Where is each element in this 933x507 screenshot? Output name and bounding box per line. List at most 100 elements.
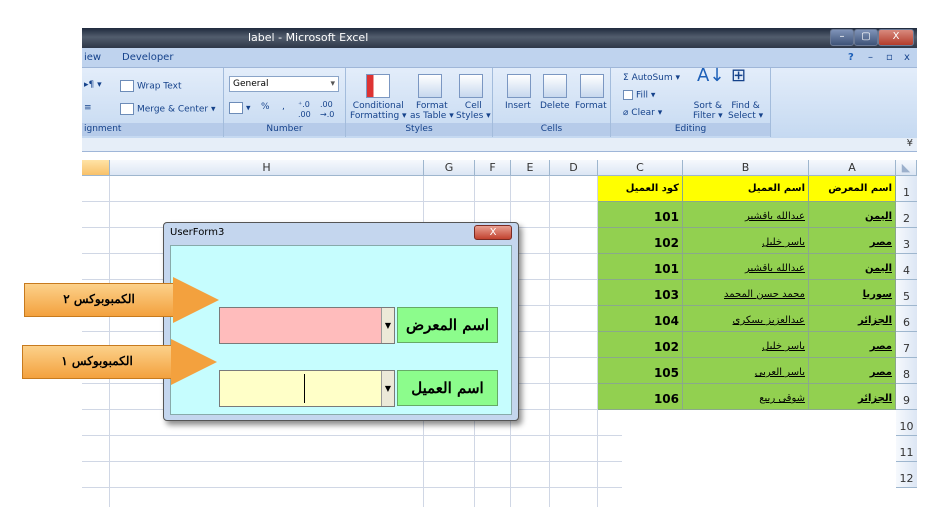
autosum-button[interactable]: Σ AutoSum ▾ bbox=[623, 73, 680, 83]
percent-button[interactable]: % bbox=[261, 102, 270, 112]
comma-button[interactable]: , bbox=[282, 102, 285, 112]
cell-a6[interactable]: الجزائر bbox=[809, 306, 896, 332]
format-as-table-button[interactable]: Format as Table ▾ bbox=[410, 101, 454, 121]
combobox-2-dropdown-icon[interactable]: ▼ bbox=[381, 308, 394, 343]
format-table-icon bbox=[418, 74, 442, 98]
cell-a7[interactable]: مصر bbox=[809, 332, 896, 358]
cell-b7[interactable]: ياسر خليل bbox=[683, 332, 809, 358]
combobox-1[interactable]: ▼ bbox=[219, 370, 395, 407]
cell-a1[interactable]: اسم المعرض bbox=[809, 176, 896, 202]
wrap-text-button[interactable]: Wrap Text bbox=[120, 80, 182, 92]
tab-developer[interactable]: Developer bbox=[122, 52, 173, 63]
row-header-12[interactable]: 12 bbox=[896, 462, 917, 488]
cell-b3[interactable]: ياسر خليل bbox=[683, 228, 809, 254]
cell-a2[interactable]: اليمن bbox=[809, 202, 896, 228]
select-all-corner[interactable]: ◣ bbox=[896, 160, 917, 176]
column-header-d[interactable]: D bbox=[550, 160, 598, 176]
cell-a3[interactable]: مصر bbox=[809, 228, 896, 254]
increase-decimal-button[interactable]: ⁺.0.00 bbox=[298, 100, 311, 120]
clear-button[interactable]: ⌀ Clear ▾ bbox=[623, 108, 662, 118]
align-right-icon[interactable]: ≡ bbox=[84, 103, 92, 113]
userform-close-button[interactable]: X bbox=[474, 225, 512, 240]
accounting-format-button[interactable]: ▾ bbox=[229, 102, 251, 114]
cell-b4[interactable]: عبدالله باقشير bbox=[683, 254, 809, 280]
indent-icon[interactable]: ▸¶ ▾ bbox=[84, 80, 102, 90]
styles-group-label: Styles bbox=[346, 123, 492, 136]
workbook-close-button[interactable]: x bbox=[904, 52, 910, 63]
workbook-minimize-button[interactable]: – bbox=[868, 52, 873, 63]
column-header-f[interactable]: F bbox=[475, 160, 511, 176]
editing-group-label: Editing bbox=[611, 123, 770, 136]
combobox-2[interactable]: ▼ bbox=[219, 307, 395, 344]
cell-c2[interactable]: 101 bbox=[598, 202, 683, 228]
cell-a4[interactable]: اليمن bbox=[809, 254, 896, 280]
row-header-11[interactable]: 11 bbox=[896, 436, 917, 462]
column-header-g[interactable]: G bbox=[424, 160, 475, 176]
cells-group-label: Cells bbox=[493, 123, 610, 136]
column-header-a[interactable]: A bbox=[809, 160, 896, 176]
cell-b2[interactable]: عبدالله باقشير bbox=[683, 202, 809, 228]
column-header-e[interactable]: E bbox=[511, 160, 550, 176]
cell-c8[interactable]: 105 bbox=[598, 358, 683, 384]
row-header-9[interactable]: 9 bbox=[896, 384, 917, 410]
cell-styles-icon bbox=[459, 74, 483, 98]
minimize-button[interactable]: – bbox=[830, 29, 854, 46]
delete-button[interactable]: Delete bbox=[540, 101, 570, 111]
expand-formula-bar-icon[interactable]: ¥ bbox=[907, 138, 913, 149]
cell-c3[interactable]: 102 bbox=[598, 228, 683, 254]
chevron-down-icon: ▾ bbox=[330, 79, 335, 89]
cell-c6[interactable]: 104 bbox=[598, 306, 683, 332]
delete-cells-icon bbox=[543, 74, 567, 98]
cell-c5[interactable]: 103 bbox=[598, 280, 683, 306]
cell-b5[interactable]: محمد حسن المحمد bbox=[683, 280, 809, 306]
cell-b1[interactable]: اسم العميل bbox=[683, 176, 809, 202]
cell-a9[interactable]: الجزائر bbox=[809, 384, 896, 410]
cell-c1[interactable]: كود العميل bbox=[598, 176, 683, 202]
cell-c9[interactable]: 106 bbox=[598, 384, 683, 410]
help-icon[interactable]: ? bbox=[848, 52, 854, 63]
cell-b6[interactable]: عبدالعزيز يسكرى bbox=[683, 306, 809, 332]
number-format-select[interactable]: General ▾ bbox=[229, 76, 339, 92]
combobox-1-dropdown-icon[interactable]: ▼ bbox=[381, 371, 394, 406]
column-header-c[interactable]: C bbox=[598, 160, 683, 176]
row-header-8[interactable]: 8 bbox=[896, 358, 917, 384]
row-header-5[interactable]: 5 bbox=[896, 280, 917, 306]
maximize-button[interactable]: ▢ bbox=[854, 29, 878, 46]
close-button[interactable]: X bbox=[878, 29, 914, 46]
find-select-button[interactable]: Find & Select ▾ bbox=[728, 101, 763, 121]
row-header-10[interactable]: 10 bbox=[896, 410, 917, 436]
cell-b9[interactable]: شوقى ربيع bbox=[683, 384, 809, 410]
cell-b8[interactable]: ياسر العربى bbox=[683, 358, 809, 384]
conditional-label: Conditional bbox=[352, 101, 404, 111]
conditional-formatting-button[interactable]: Conditional Formatting ▾ bbox=[350, 101, 407, 121]
row-header-6[interactable]: 6 bbox=[896, 306, 917, 332]
callout-arrow-icon bbox=[173, 277, 219, 323]
column-header-partial[interactable] bbox=[82, 160, 110, 176]
format-button[interactable]: Format bbox=[575, 101, 607, 111]
alignment-group-label: ignment bbox=[82, 123, 223, 136]
sort-filter-button[interactable]: Sort & Filter ▾ bbox=[693, 101, 723, 121]
column-header-h[interactable]: H bbox=[110, 160, 424, 176]
insert-cells-icon bbox=[507, 74, 531, 98]
find-label: Find & bbox=[731, 101, 760, 111]
insert-button[interactable]: Insert bbox=[505, 101, 531, 111]
cell-c4[interactable]: 101 bbox=[598, 254, 683, 280]
row-header-4[interactable]: 4 bbox=[896, 254, 917, 280]
cell-a8[interactable]: مصر bbox=[809, 358, 896, 384]
label-showroom-name: اسم المعرض bbox=[397, 307, 498, 343]
merge-center-button[interactable]: Merge & Center ▾ bbox=[120, 103, 216, 115]
row-header-7[interactable]: 7 bbox=[896, 332, 917, 358]
cell-styles-button[interactable]: Cell Styles ▾ bbox=[456, 101, 491, 121]
fill-button[interactable]: Fill ▾ bbox=[623, 90, 655, 101]
row-header-2[interactable]: 2 bbox=[896, 202, 917, 228]
tab-view[interactable]: iew bbox=[84, 52, 101, 63]
cell-c7[interactable]: 102 bbox=[598, 332, 683, 358]
workbook-restore-button[interactable]: ▫ bbox=[886, 52, 893, 63]
decrease-decimal-button[interactable]: .00 →.0 bbox=[320, 100, 334, 120]
callout-combobox-2-text: الكمبوبوكس ٢ bbox=[24, 283, 174, 317]
column-header-b[interactable]: B bbox=[683, 160, 809, 176]
styles-label: Styles bbox=[456, 111, 484, 121]
row-header-3[interactable]: 3 bbox=[896, 228, 917, 254]
row-header-1[interactable]: 1 bbox=[896, 176, 917, 202]
cell-a5[interactable]: سوريا bbox=[809, 280, 896, 306]
